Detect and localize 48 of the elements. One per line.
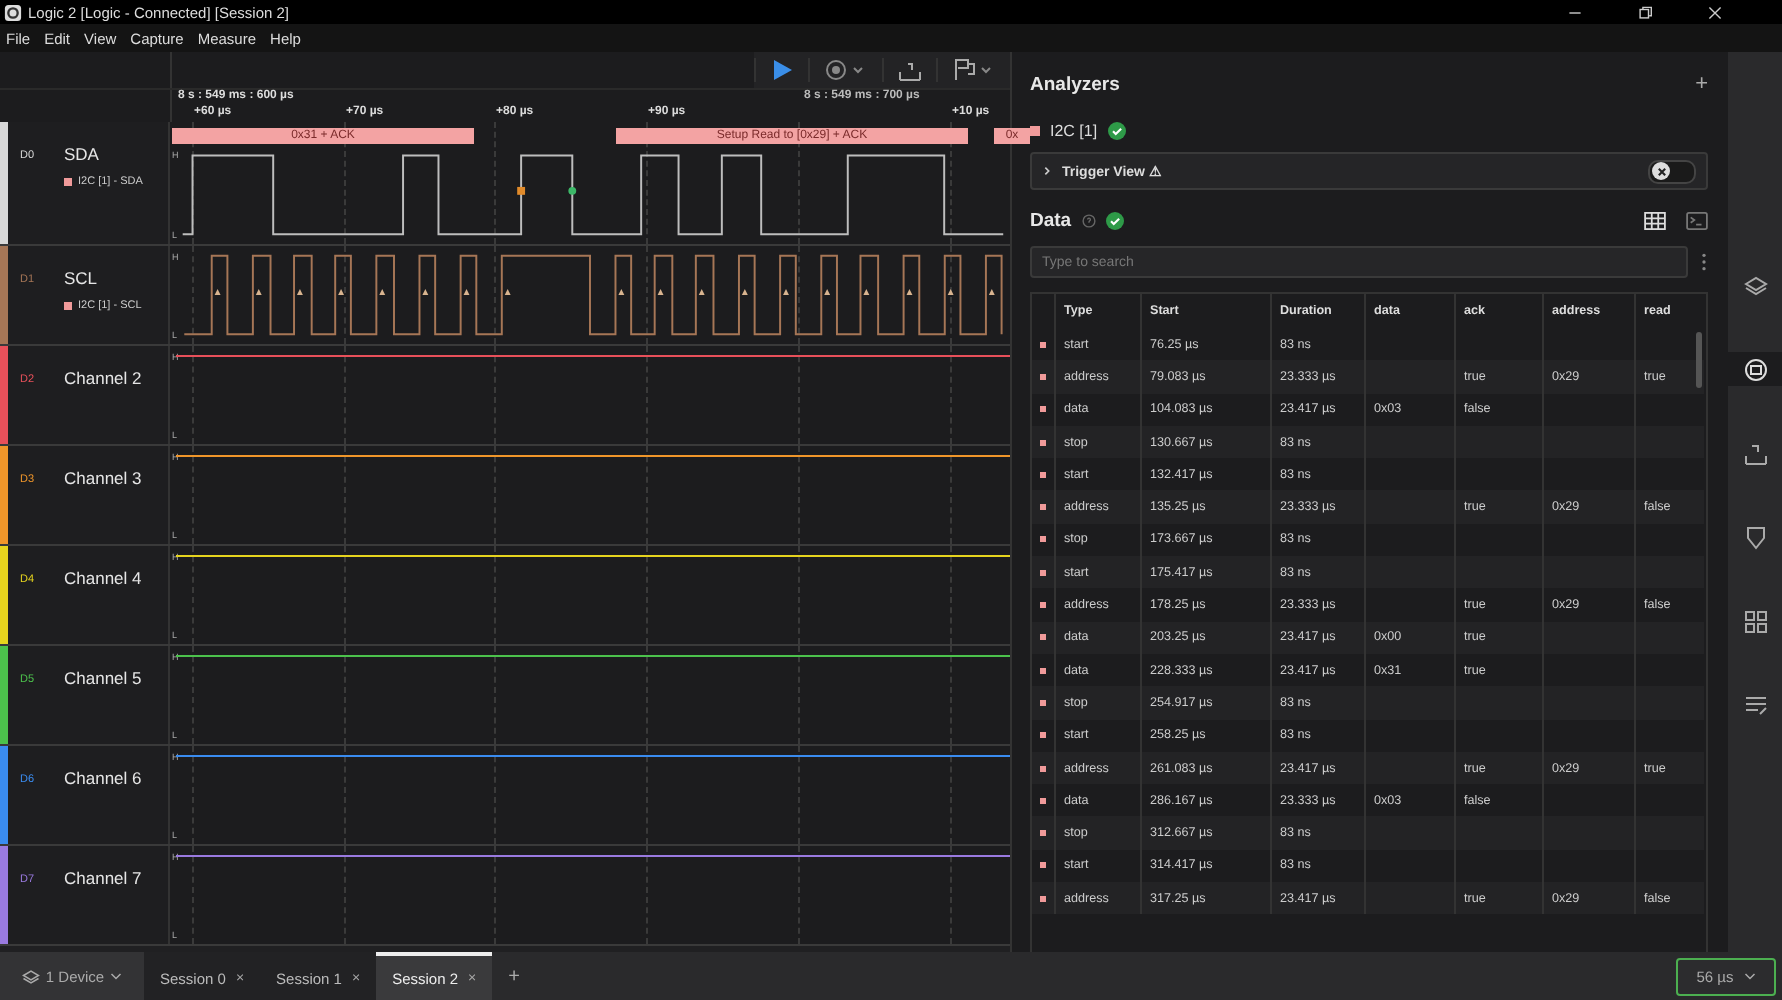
- help-icon[interactable]: [1081, 213, 1096, 227]
- channel-name: Channel 4: [64, 568, 142, 588]
- row-color-icon: [1040, 895, 1046, 902]
- chevron-icon: [1042, 166, 1052, 176]
- channel-name: Channel 5: [64, 668, 142, 688]
- toggle-switch[interactable]: [1648, 159, 1696, 183]
- channel-name: SCL: [64, 268, 100, 288]
- row-color-icon: [1040, 797, 1046, 804]
- analyzer-color-icon: [64, 302, 72, 310]
- row-color-icon: [1040, 471, 1046, 478]
- channel-name: Channel 7: [64, 868, 142, 888]
- layers-icon: [21, 967, 40, 985]
- channel-name: Channel 3: [64, 468, 142, 488]
- more-options-icon[interactable]: [1700, 252, 1708, 272]
- table-view-icon[interactable]: [1644, 211, 1666, 229]
- channel-name: Channel 6: [64, 768, 142, 788]
- app-logo-icon: [4, 3, 22, 21]
- close-icon[interactable]: [1708, 5, 1722, 19]
- row-color-icon: [1040, 373, 1046, 380]
- channel-name: SDA: [64, 144, 101, 164]
- row-color-icon: [1040, 862, 1046, 869]
- row-color-icon: [1040, 602, 1046, 609]
- row-color-icon: [1040, 439, 1046, 446]
- close-icon: [1653, 163, 1669, 179]
- analyzer-name[interactable]: I2C [1]: [1050, 121, 1098, 139]
- section-title: Data: [1030, 209, 1072, 231]
- row-color-icon: [1040, 667, 1046, 674]
- add-analyzer-button[interactable]: +: [1695, 72, 1708, 96]
- row-color-icon: [1040, 536, 1046, 543]
- channel-name: Channel 2: [64, 368, 142, 388]
- row-color-icon: [1040, 830, 1046, 837]
- terminal-icon[interactable]: [1686, 211, 1708, 229]
- row-color-icon: [1040, 504, 1046, 511]
- row-color-icon: [1040, 406, 1046, 413]
- row-color-icon: [1040, 699, 1046, 706]
- row-color-icon: [1040, 732, 1046, 739]
- row-color-icon: [1040, 341, 1046, 348]
- row-color-icon: [1040, 569, 1046, 576]
- row-color-icon: [1040, 634, 1046, 641]
- analyzer-tab-icon[interactable]: [1728, 352, 1782, 386]
- panel-title: Analyzers: [1030, 73, 1120, 95]
- caret-icon: [1743, 971, 1756, 981]
- caret-icon: [110, 971, 123, 981]
- scrollbar[interactable]: [1696, 332, 1702, 388]
- row-color-icon: [1040, 765, 1046, 771]
- new-tab-button[interactable]: +: [492, 965, 536, 987]
- analyzer-color-icon: [64, 178, 72, 186]
- restore-icon[interactable]: [1638, 5, 1652, 19]
